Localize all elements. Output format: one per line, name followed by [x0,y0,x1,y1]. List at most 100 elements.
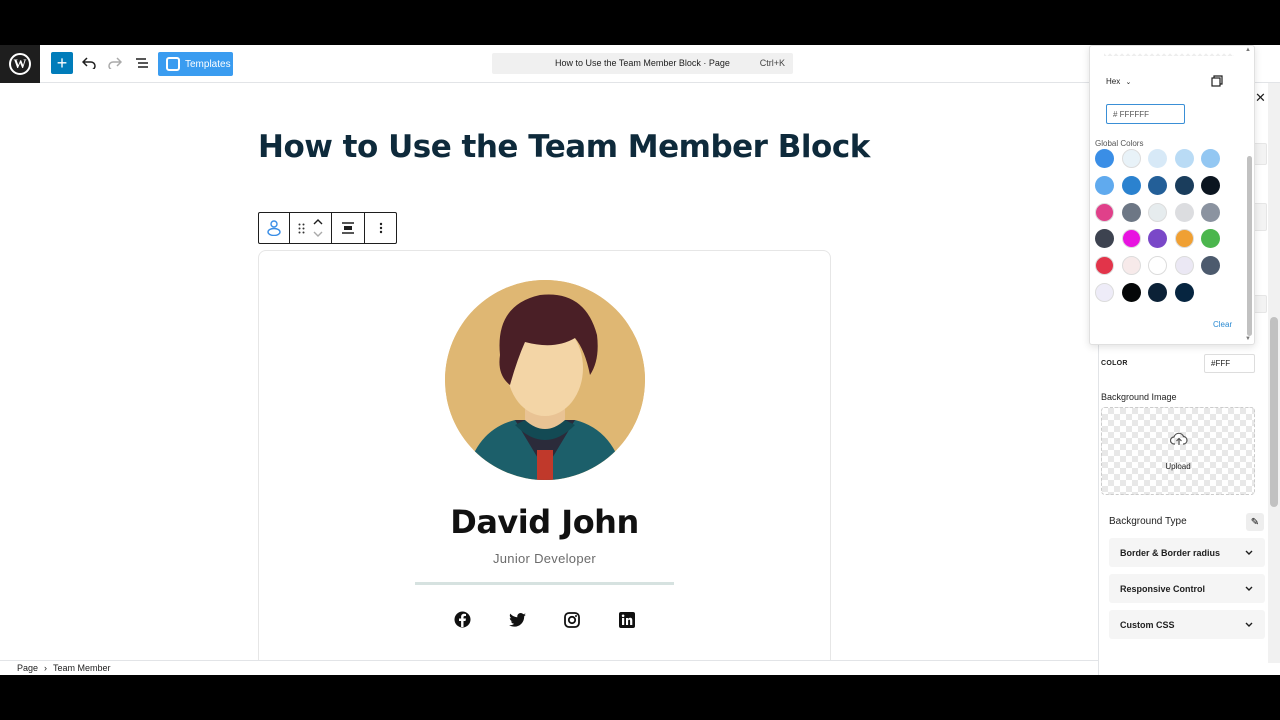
color-swatch[interactable] [1121,175,1141,195]
panel-border-radius[interactable]: Border & Border radius [1109,538,1265,567]
color-swatch[interactable] [1121,149,1141,168]
document-overview-button[interactable] [131,52,153,74]
instagram-link[interactable] [564,611,581,628]
color-swatch[interactable] [1174,229,1194,249]
upload-label: Upload [1165,462,1191,471]
wordpress-icon: W [9,53,31,75]
linkedin-link[interactable] [619,611,636,628]
post-title[interactable]: How to Use the Team Member Block [258,129,870,165]
color-swatch[interactable] [1095,256,1114,276]
color-swatch[interactable] [1148,149,1167,168]
separator [415,582,674,585]
color-swatch[interactable] [1148,256,1167,276]
color-swatch[interactable] [1148,175,1167,195]
block-toolbar [258,212,397,244]
member-name[interactable]: David John [259,503,830,541]
color-swatch[interactable] [1201,175,1220,195]
panel-label: Border & Border radius [1120,547,1221,558]
chevron-right-icon: › [44,663,48,673]
color-label: COLOR [1101,360,1128,367]
undo-icon [82,57,96,69]
panel-label: Custom CSS [1120,619,1175,630]
copy-icon[interactable] [1211,75,1223,87]
instagram-icon [564,611,580,628]
twitter-icon [508,612,526,627]
panel-responsive-control[interactable]: Responsive Control [1109,574,1265,603]
editor-window: W + Templates How to Use the Team Member… [0,45,1280,675]
scroll-down-icon[interactable]: ▼ [1245,336,1251,342]
facebook-icon [454,611,470,628]
color-swatch[interactable] [1095,202,1114,222]
panel-custom-css[interactable]: Custom CSS [1109,610,1265,639]
color-swatch[interactable] [1201,256,1220,276]
member-role[interactable]: Junior Developer [259,551,830,566]
scroll-up-icon[interactable]: ▲ [1245,47,1251,53]
color-value-field[interactable]: #FFF [1204,354,1255,373]
undo-button[interactable] [78,52,100,74]
redo-icon [108,57,122,69]
color-swatch[interactable] [1148,229,1167,249]
block-breadcrumb: Page › Team Member [0,660,1098,675]
color-swatch[interactable] [1174,283,1194,302]
breadcrumb-item-page[interactable]: Page [17,663,38,673]
alpha-strip[interactable] [1104,50,1234,58]
color-swatch[interactable] [1121,283,1141,302]
move-up-down-icon[interactable] [313,218,323,238]
shortcut-hint: Ctrl+K [759,58,785,68]
edit-pencil-icon[interactable]: ✎ [1246,513,1264,531]
clear-button[interactable]: Clear [1213,320,1232,329]
redo-button[interactable] [104,52,126,74]
avatar-illustration [445,280,645,480]
align-button[interactable] [332,213,365,243]
social-links [259,611,830,628]
color-swatch[interactable] [1095,149,1114,168]
document-title: How to Use the Team Member Block · Page [555,58,730,68]
sidebar-scrollbar[interactable] [1268,83,1280,663]
align-center-icon [342,222,354,234]
chevron-down-icon: ⌄ [1125,79,1132,86]
color-swatch[interactable] [1201,149,1220,168]
color-swatch[interactable] [1121,202,1141,222]
team-member-card[interactable]: David John Junior Developer [258,250,831,675]
color-swatch[interactable] [1095,229,1114,249]
background-image-label: Background Image [1101,392,1177,402]
color-swatch[interactable] [1174,175,1194,195]
color-swatch[interactable] [1174,256,1194,276]
close-icon[interactable]: ✕ [1255,90,1266,106]
block-type-button[interactable] [259,213,290,243]
twitter-link[interactable] [508,611,526,628]
color-swatch[interactable] [1174,149,1194,168]
templates-button[interactable]: Templates [158,52,233,76]
color-swatch[interactable] [1095,283,1114,302]
add-block-button[interactable]: + [51,52,73,74]
upload-cloud-icon [1170,432,1188,445]
picker-scrollbar[interactable]: ▲ ▼ [1245,46,1254,346]
color-swatch[interactable] [1148,202,1167,222]
scrollbar-thumb[interactable] [1270,317,1278,507]
wordpress-logo-button[interactable]: W [0,45,40,83]
color-swatch[interactable] [1174,202,1194,222]
editor-toolbar: W + Templates How to Use the Team Member… [0,45,1280,83]
panel-label: Responsive Control [1120,583,1206,594]
chevron-down-icon [1245,550,1253,555]
block-options-button[interactable] [365,213,396,243]
more-vertical-icon [379,222,382,234]
templates-label: Templates [185,58,231,70]
color-picker-popover: Hex ⌄ # FFFFFF Global Colors Clear ▲ ▼ [1089,45,1255,345]
background-image-upload[interactable]: Upload [1101,407,1255,495]
color-swatch[interactable] [1095,175,1114,195]
block-mover [290,213,332,243]
color-format-select[interactable]: Hex ⌄ [1106,77,1131,86]
drag-handle-icon[interactable] [298,223,305,234]
color-swatch[interactable] [1201,202,1220,222]
scrollbar-thumb[interactable] [1247,156,1252,336]
color-swatch[interactable] [1121,229,1141,249]
hex-input[interactable]: # FFFFFF [1106,104,1185,124]
color-swatch[interactable] [1148,283,1167,302]
color-swatch[interactable] [1121,256,1141,276]
breadcrumb-item-team-member[interactable]: Team Member [53,663,111,673]
list-view-icon [136,58,148,68]
color-swatch[interactable] [1201,229,1220,249]
facebook-link[interactable] [454,611,471,628]
command-palette-bar[interactable]: How to Use the Team Member Block · Page … [492,53,793,74]
